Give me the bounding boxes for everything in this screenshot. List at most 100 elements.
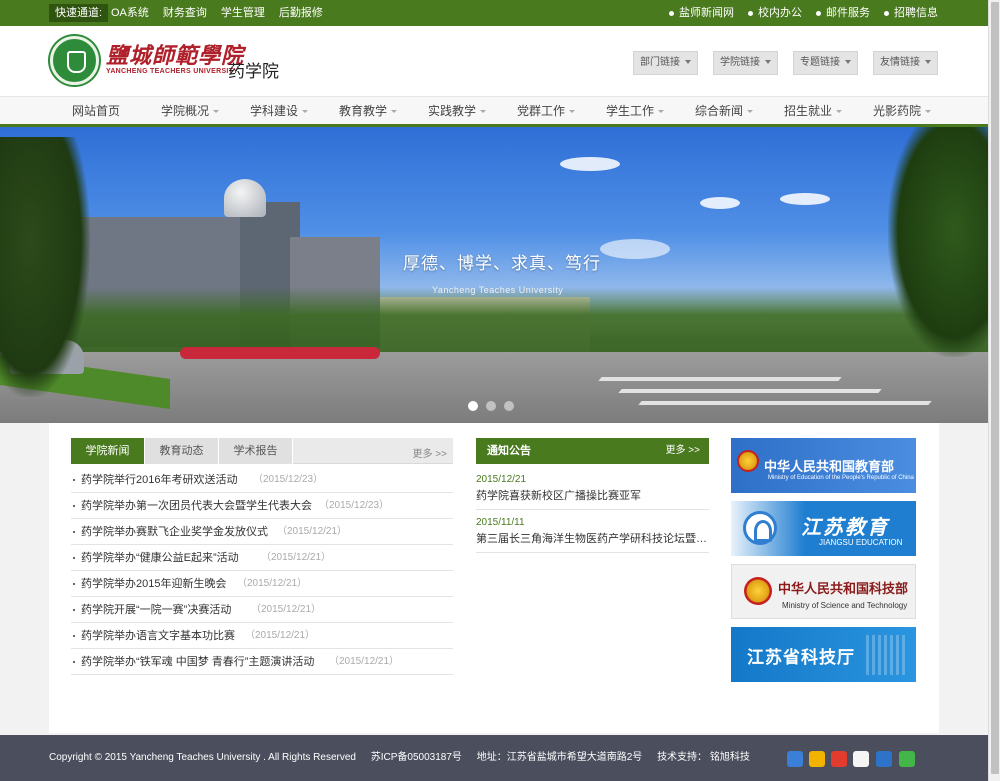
share-tencent-icon[interactable] <box>853 751 869 767</box>
tab-college-news[interactable]: 学院新闻 <box>71 438 145 464</box>
nav-teaching[interactable]: 教育教学 <box>339 97 398 125</box>
banner-subtitle: Yancheng Teaches University <box>432 285 564 295</box>
slider-dot-3[interactable] <box>504 401 514 411</box>
list-item[interactable]: 药学院举办“铁军魂 中国梦 青春行”主题演讲活动 （2015/12/21） <box>71 649 453 675</box>
friend-links-dropdown[interactable]: 友情链接 <box>873 51 938 75</box>
national-emblem-icon <box>744 577 772 605</box>
college-links-dropdown[interactable]: 学院链接 <box>713 51 778 75</box>
notice-title: 通知公告 <box>487 445 531 457</box>
national-emblem-icon <box>737 450 759 472</box>
university-seal-icon[interactable] <box>50 36 99 85</box>
list-item[interactable]: 药学院举办语言文字基本功比赛 （2015/12/21） <box>71 623 453 649</box>
caret-down-icon <box>658 110 665 114</box>
quick-link-student[interactable]: 学生管理 <box>221 0 265 26</box>
nav-discipline[interactable]: 学科建设 <box>250 97 309 125</box>
notice-more-link[interactable]: 更多 >> <box>666 438 700 464</box>
observatory-dome <box>224 179 266 217</box>
news-list: 药学院举行2016年考研欢送活动 （2015/12/23） 药学院举办第一次团员代… <box>71 467 453 675</box>
page-scrollbar[interactable] <box>988 0 1000 781</box>
slider-dots <box>468 401 514 411</box>
link-ministry-education[interactable]: 中华人民共和国教育部 Ministry of Education of the … <box>731 438 916 493</box>
logo-chinese[interactable]: 鹽城師範學院 <box>106 38 244 70</box>
topic-links-dropdown[interactable]: 专题链接 <box>793 51 858 75</box>
share-wechat-icon[interactable] <box>899 751 915 767</box>
nav-admission[interactable]: 招生就业 <box>784 97 843 125</box>
hero-banner[interactable]: 厚德、博学、求真、笃行 Yancheng Teaches University <box>0 127 988 423</box>
nav-students[interactable]: 学生工作 <box>606 97 665 125</box>
cloud <box>780 193 830 205</box>
logo-english: YANCHENG TEACHERS UNIVERSITY <box>106 68 239 75</box>
list-item[interactable]: 药学院开展“一院一赛”决赛活动 （2015/12/21） <box>71 597 453 623</box>
list-item[interactable]: 药学院举行2016年考研欢送活动 （2015/12/23） <box>71 467 453 493</box>
quick-link-logistics[interactable]: 后勤报修 <box>279 0 323 26</box>
list-item[interactable]: 药学院举办第一次团员代表大会暨学生代表大会 （2015/12/23） <box>71 493 453 519</box>
tree-right <box>888 127 988 357</box>
scrollbar-thumb[interactable] <box>991 2 999 774</box>
flower-bed <box>180 347 380 359</box>
cloud <box>600 239 670 259</box>
top-link-mail[interactable]: 邮件服务 <box>816 0 870 26</box>
bullet-icon <box>816 10 821 16</box>
tab-academic-reports[interactable]: 学术报告 <box>219 438 293 464</box>
site-footer: Copyright © 2015 Yancheng Teaches Univer… <box>0 735 988 781</box>
nav-news[interactable]: 综合新闻 <box>695 97 754 125</box>
news-tabs: 学院新闻 教育动态 学术报告 更多 >> <box>71 438 453 464</box>
share-weibo-icon[interactable] <box>831 751 847 767</box>
building-graphic-icon <box>866 635 906 675</box>
dept-links-dropdown[interactable]: 部门链接 <box>633 51 698 75</box>
caret-down-icon <box>747 110 754 114</box>
caret-down-icon <box>925 110 932 114</box>
nav-overview[interactable]: 学院概况 <box>161 97 220 125</box>
list-item[interactable]: 药学院举办2015年迎新生晚会 （2015/12/21） <box>71 571 453 597</box>
share-more-icon[interactable] <box>787 751 803 767</box>
caret-down-icon <box>391 110 398 114</box>
top-right-links: 盐师新闻网 校内办公 邮件服务 招聘信息 <box>655 0 938 26</box>
slider-dot-2[interactable] <box>486 401 496 411</box>
cloud <box>700 197 740 209</box>
nav-gallery[interactable]: 光影药院 <box>873 97 932 125</box>
road-stripe <box>598 377 842 381</box>
notice-item[interactable]: 2015/12/21 药学院喜获新校区广播操比赛亚军 <box>476 467 709 510</box>
news-more-link[interactable]: 更多 >> <box>413 445 447 460</box>
slider-dot-1[interactable] <box>468 401 478 411</box>
road-stripe <box>638 401 932 405</box>
tree-left <box>0 137 90 397</box>
list-item[interactable]: 药学院举办“健康公益E起来”活动 （2015/12/21） <box>71 545 453 571</box>
link-jiangsu-science[interactable]: 江苏省科技厅 <box>731 627 916 682</box>
notice-list: 2015/12/21 药学院喜获新校区广播操比赛亚军 2015/11/11 第三… <box>476 467 709 553</box>
bullet-icon <box>884 10 889 16</box>
site-header: 鹽城師範學院 YANCHENG TEACHERS UNIVERSITY 药学院 … <box>0 26 988 96</box>
top-link-news[interactable]: 盐师新闻网 <box>669 0 734 26</box>
road-stripe <box>618 389 882 393</box>
top-bar: 快速通道: OA系统 财务查询 学生管理 后勤报修 盐师新闻网 校内办公 邮件服… <box>0 0 988 26</box>
quick-link-oa[interactable]: OA系统 <box>111 0 149 26</box>
share-renren-icon[interactable] <box>876 751 892 767</box>
bullet-icon <box>669 10 674 16</box>
quick-access-label: 快速通道: <box>49 4 109 22</box>
main-nav: 网站首页 学院概况 学科建设 教育教学 实践教学 党群工作 学生工作 综合新闻 … <box>0 96 988 127</box>
quick-link-finance[interactable]: 财务查询 <box>163 0 207 26</box>
link-jiangsu-education[interactable]: 江苏教育 JIANGSU EDUCATION <box>731 501 916 556</box>
caret-down-icon <box>213 110 220 114</box>
banner-motto: 厚德、博学、求真、笃行 <box>403 254 601 273</box>
nav-practice[interactable]: 实践教学 <box>428 97 487 125</box>
top-link-jobs[interactable]: 招聘信息 <box>884 0 938 26</box>
nav-party[interactable]: 党群工作 <box>517 97 576 125</box>
bullet-icon <box>748 10 753 16</box>
main-content: 学院新闻 教育动态 学术报告 更多 >> 药学院举行2016年考研欢送活动 （20… <box>49 423 939 733</box>
top-link-office[interactable]: 校内办公 <box>748 0 802 26</box>
notice-item[interactable]: 2015/11/11 第三届长三角海洋生物医药产学研科技论坛暨江苏省... <box>476 510 709 553</box>
quick-links: OA系统 财务查询 学生管理 后勤报修 <box>111 0 337 26</box>
caret-down-icon <box>480 110 487 114</box>
list-item[interactable]: 药学院举办赛默飞企业奖学金发放仪式 （2015/12/21） <box>71 519 453 545</box>
link-ministry-science[interactable]: 中华人民共和国科技部 Ministry of Science and Techn… <box>731 564 916 619</box>
notice-header: 通知公告 更多 >> <box>476 438 709 464</box>
share-favorite-icon[interactable] <box>809 751 825 767</box>
footer-copyright: Copyright © 2015 Yancheng Teaches Univer… <box>49 752 750 763</box>
nav-home[interactable]: 网站首页 <box>72 97 120 125</box>
department-title: 药学院 <box>228 62 279 81</box>
jiangsu-education-logo-icon <box>743 511 777 545</box>
tab-education-trends[interactable]: 教育动态 <box>145 438 219 464</box>
caret-down-icon <box>302 110 309 114</box>
caret-down-icon <box>836 110 843 114</box>
